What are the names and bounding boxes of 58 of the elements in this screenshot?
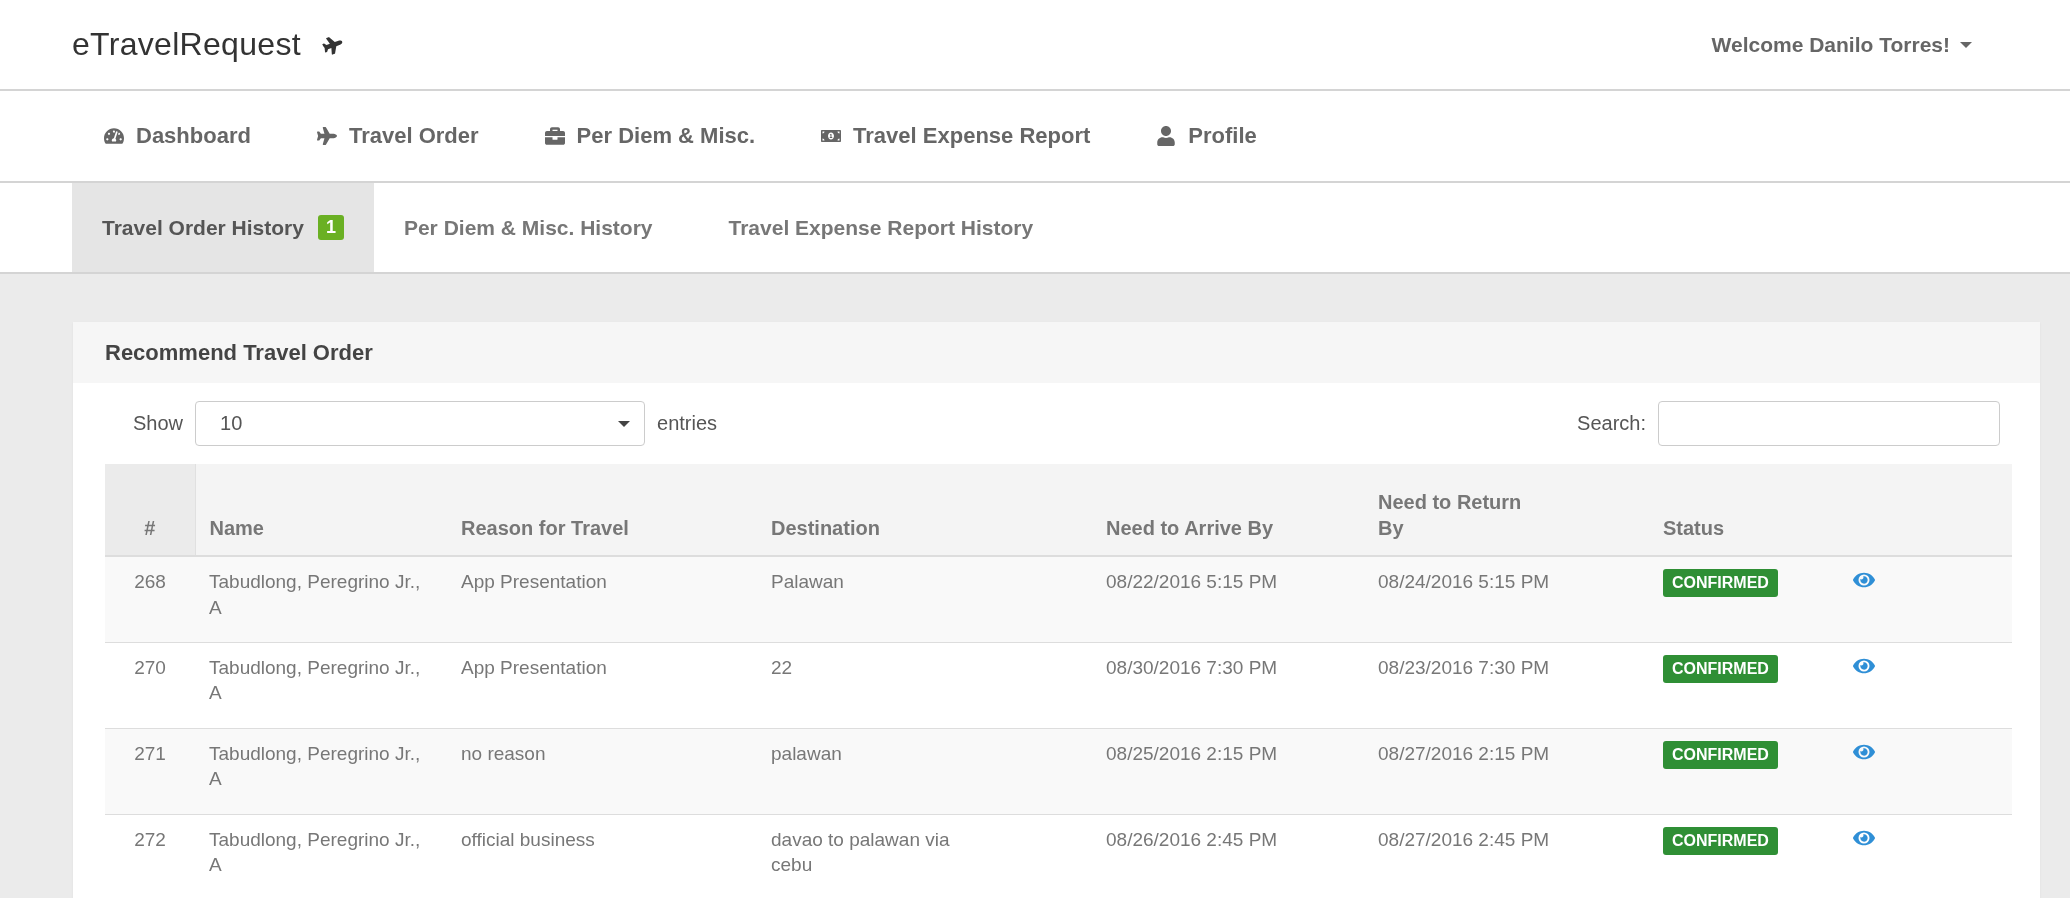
table-cell-text: 08/27/2016 2:45 PM <box>1378 827 1550 852</box>
table-cell-text: 22 <box>771 655 793 680</box>
nav-link[interactable]: Profile <box>1156 123 1257 149</box>
table-cell-text: 272 <box>134 827 166 852</box>
column-header[interactable]: Reason for Travel <box>447 464 757 556</box>
status-badge: CONFIRMED <box>1663 740 1778 769</box>
column-header[interactable]: # <box>105 464 195 556</box>
history-tab[interactable]: Travel Order History 1 <box>72 183 374 272</box>
status-badge: CONFIRMED <box>1663 569 1778 597</box>
show-label: Show <box>133 412 184 435</box>
table-cell-text: 08/22/2016 5:15 PM <box>1106 570 1278 594</box>
column-header[interactable]: Destination <box>757 464 1092 556</box>
search-label: Search: <box>1577 412 1646 435</box>
entries-label: entries <box>657 412 718 435</box>
nav-link[interactable]: Dashboard <box>104 123 251 149</box>
table-cell-text: Tabudlong, Peregrino Jr., A <box>209 741 421 792</box>
table-cell-text: Palawan <box>771 570 844 594</box>
column-header[interactable]: Name <box>195 464 447 556</box>
page-size-select[interactable]: 10 <box>195 401 646 446</box>
user-icon <box>1156 126 1177 146</box>
table-cell-text: 271 <box>134 741 166 766</box>
plane-icon <box>316 126 337 146</box>
caret-icon <box>618 419 631 428</box>
history-tab[interactable]: Travel Expense Report History <box>698 183 1064 272</box>
table-cell-text: palawan <box>771 741 842 766</box>
user-menu[interactable]: Welcome Danilo Torres! <box>1711 32 1972 57</box>
status-badge: CONFIRMED <box>1663 654 1778 683</box>
table-cell-text: 08/25/2016 2:15 PM <box>1106 741 1278 766</box>
history-tab[interactable]: Per Diem & Misc. History <box>373 183 683 272</box>
table-cell-text: Tabudlong, Peregrino Jr., A <box>209 655 421 706</box>
table-cell-text: 268 <box>134 570 166 594</box>
briefcase-icon <box>544 126 565 146</box>
column-header[interactable]: Status <box>1649 464 1839 556</box>
status-badge: CONFIRMED <box>1663 826 1778 855</box>
table-cell-text: davao to palawan via cebu <box>771 827 951 878</box>
table-cell-text: App Presentation <box>461 655 607 680</box>
nav-link[interactable]: Per Diem & Misc. <box>544 123 756 149</box>
table-cell-text: 08/24/2016 5:15 PM <box>1378 570 1550 594</box>
table-cell-text: 08/26/2016 2:45 PM <box>1106 827 1278 852</box>
table-cell-text: Tabudlong, Peregrino Jr., A <box>209 570 421 620</box>
count-badge: 1 <box>317 215 344 240</box>
table-cell-text: Tabudlong, Peregrino Jr., A <box>209 827 421 878</box>
table-cell-text: 08/23/2016 7:30 PM <box>1378 655 1550 680</box>
table-cell-text: 08/30/2016 7:30 PM <box>1106 655 1278 680</box>
panel-title: Recommend Travel Order <box>105 339 373 366</box>
search-field[interactable] <box>1658 401 2000 446</box>
table-cell-text: App Presentation <box>461 570 607 594</box>
table-cell-text: no reason <box>461 741 546 766</box>
nav-link[interactable]: Travel Order <box>316 123 479 149</box>
app-title: eTravelRequest <box>72 26 301 63</box>
dashboard-icon <box>104 126 124 146</box>
column-header[interactable]: Need to Return By <box>1364 464 1649 556</box>
column-header[interactable]: Need to Arrive By <box>1092 464 1364 556</box>
table-cell-text: 270 <box>134 655 166 680</box>
caret-icon <box>1960 40 1972 49</box>
table-cell-text: 08/27/2016 2:15 PM <box>1378 741 1550 766</box>
table-cell-text: official business <box>461 827 595 852</box>
nav-link[interactable]: Travel Expense Report <box>821 123 1091 149</box>
